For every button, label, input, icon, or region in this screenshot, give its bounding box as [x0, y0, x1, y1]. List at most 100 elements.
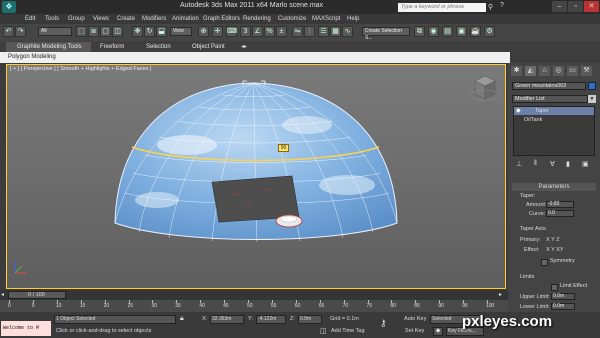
render-setup-icon[interactable]: ▤: [442, 26, 453, 37]
object-name-field[interactable]: Green mountains002: [512, 82, 586, 90]
redo-icon[interactable]: ↷: [15, 26, 26, 37]
amount-spinner[interactable]: -0.83: [546, 201, 574, 208]
motion-tab-icon[interactable]: ◎: [553, 66, 564, 76]
move-icon[interactable]: ✥: [132, 26, 143, 37]
app-logo-icon[interactable]: ❖: [2, 1, 16, 13]
track-bar[interactable]: [0, 300, 508, 312]
upper-limit-spinner[interactable]: 0.0m: [551, 293, 575, 300]
viewport-label[interactable]: [ + ] [ Perspective ] [ Smooth + Highlig…: [10, 66, 151, 72]
time-tag-icon[interactable]: ◫: [320, 327, 327, 335]
stack-item-oiltank[interactable]: OilTank: [524, 117, 542, 123]
menu-modifiers[interactable]: Modifiers: [142, 14, 166, 24]
configure-sets-icon[interactable]: ▣: [582, 160, 589, 168]
symmetry-checkbox[interactable]: [541, 259, 548, 266]
set-key-mode-icon[interactable]: ⚷: [380, 318, 396, 330]
modifier-list-dropdown[interactable]: Modifier List: [512, 95, 588, 103]
search-icon[interactable]: ⚲: [488, 3, 493, 11]
curve-spinner[interactable]: 0.0: [546, 210, 574, 217]
remove-modifier-icon[interactable]: ▮: [566, 160, 570, 168]
rotate-icon[interactable]: ↻: [144, 26, 155, 37]
menu-maxscript[interactable]: MAXScript: [312, 14, 340, 24]
render-iterative-icon[interactable]: ⚙: [484, 26, 495, 37]
show-end-result-icon[interactable]: ‖: [534, 160, 537, 167]
add-time-tag-button[interactable]: Add Time Tag: [331, 328, 365, 334]
effect-axis-radios[interactable]: X Y XY: [546, 247, 564, 253]
region-select-icon[interactable]: ▢: [100, 26, 111, 37]
named-selection-select[interactable]: Create Selection S...: [362, 27, 410, 41]
undo-icon[interactable]: ↶: [3, 26, 14, 37]
menu-group[interactable]: Group: [68, 14, 85, 24]
scale-icon[interactable]: ⬓: [156, 26, 167, 37]
z-coordinate-field[interactable]: 0.0m: [298, 315, 322, 324]
y-coordinate-field[interactable]: -4.122m: [256, 315, 286, 324]
curve-label: Curve:: [529, 211, 546, 217]
angle-snap-icon[interactable]: ∠: [252, 26, 263, 37]
maxscript-listener[interactable]: Welcome to M: [1, 321, 51, 336]
render-production-icon[interactable]: ☕: [470, 26, 481, 37]
modify-tab-icon[interactable]: ◭: [525, 66, 536, 76]
layer-manager-icon[interactable]: ☰: [318, 26, 329, 37]
tab-graphite-modeling-tools[interactable]: Graphite Modeling Tools: [17, 43, 82, 52]
perspective-viewport[interactable]: [6, 64, 506, 289]
lightbulb-icon[interactable]: ◆: [516, 107, 521, 114]
make-unique-icon[interactable]: ∀: [550, 160, 555, 168]
schematic-view-icon[interactable]: ⧉: [414, 26, 425, 37]
select-object-icon[interactable]: ⬚: [76, 26, 87, 37]
parameters-rollout[interactable]: Parameters: [512, 183, 596, 191]
curve-editor-icon[interactable]: ∿: [342, 26, 353, 37]
hierarchy-tab-icon[interactable]: ⌂: [539, 66, 550, 76]
menu-animation[interactable]: Animation: [172, 14, 199, 24]
select-by-name-icon[interactable]: ≣: [88, 26, 99, 37]
graphite-toggle-icon[interactable]: ▦: [330, 26, 341, 37]
spinner-snap-icon[interactable]: ±: [276, 26, 287, 37]
menu-tools[interactable]: Tools: [45, 14, 59, 24]
tab-selection[interactable]: Selection: [146, 43, 171, 52]
window-crossing-icon[interactable]: ◫: [112, 26, 123, 37]
pivot-icon[interactable]: ⊕: [198, 26, 209, 37]
auto-key-button[interactable]: Auto Key: [404, 316, 426, 322]
primary-axis-radios[interactable]: X Y Z: [546, 237, 560, 243]
keyboard-shortcut-icon[interactable]: ⌨: [226, 26, 237, 37]
align-icon[interactable]: ⫶: [304, 26, 315, 37]
menu-rendering[interactable]: Rendering: [243, 14, 271, 24]
ribbon-expand-icon[interactable]: ◂▸: [241, 43, 247, 50]
help-icon[interactable]: ?: [500, 2, 504, 9]
material-editor-icon[interactable]: ◉: [428, 26, 439, 37]
menu-views[interactable]: Views: [93, 14, 109, 24]
snaps-toggle-icon[interactable]: 3: [240, 26, 251, 37]
manipulate-icon[interactable]: ✛: [212, 26, 223, 37]
lock-selection-icon[interactable]: 🔒︎: [180, 315, 184, 323]
time-prev-icon[interactable]: ◂: [1, 291, 4, 298]
menu-graph-editors[interactable]: Graph Editors: [203, 14, 240, 24]
time-next-icon[interactable]: ▸: [499, 291, 502, 298]
mirror-icon[interactable]: ⇋: [292, 26, 303, 37]
utilities-tab-icon[interactable]: ⚒: [581, 66, 592, 76]
rendered-frame-icon[interactable]: ▣: [456, 26, 467, 37]
key-filter-icon[interactable]: ◆: [433, 327, 443, 336]
display-tab-icon[interactable]: ▭: [567, 66, 578, 76]
time-slider[interactable]: [0, 290, 508, 300]
polygon-modeling-panel[interactable]: Polygon Modeling: [8, 54, 56, 60]
minimize-button[interactable]: –: [552, 1, 567, 12]
menu-create[interactable]: Create: [117, 14, 135, 24]
object-color-swatch[interactable]: [588, 82, 596, 90]
close-button[interactable]: ✕: [584, 1, 599, 12]
lower-limit-spinner[interactable]: 0.0m: [551, 303, 575, 310]
limit-effect-checkbox[interactable]: [551, 284, 558, 291]
percent-snap-icon[interactable]: %: [264, 26, 275, 37]
menu-customize[interactable]: Customize: [278, 14, 306, 24]
tab-object-paint[interactable]: Object Paint: [192, 43, 225, 52]
stack-item-taper[interactable]: [514, 107, 594, 115]
search-input[interactable]: Type a keyword or phrase: [398, 3, 486, 12]
set-key-button[interactable]: Set Key: [405, 328, 424, 334]
x-coordinate-field[interactable]: 32.363m: [210, 315, 244, 324]
menu-help[interactable]: Help: [347, 14, 359, 24]
create-tab-icon[interactable]: ✱: [511, 66, 522, 76]
maximize-button[interactable]: ▫: [568, 1, 583, 12]
menu-edit[interactable]: Edit: [25, 14, 35, 24]
reference-coord-select[interactable]: View: [170, 27, 192, 36]
selection-filter-select[interactable]: All: [38, 27, 72, 36]
chevron-down-icon[interactable]: ▼: [588, 95, 596, 103]
pin-stack-icon[interactable]: ⊥: [516, 160, 522, 168]
tab-freeform[interactable]: Freeform: [100, 43, 124, 52]
